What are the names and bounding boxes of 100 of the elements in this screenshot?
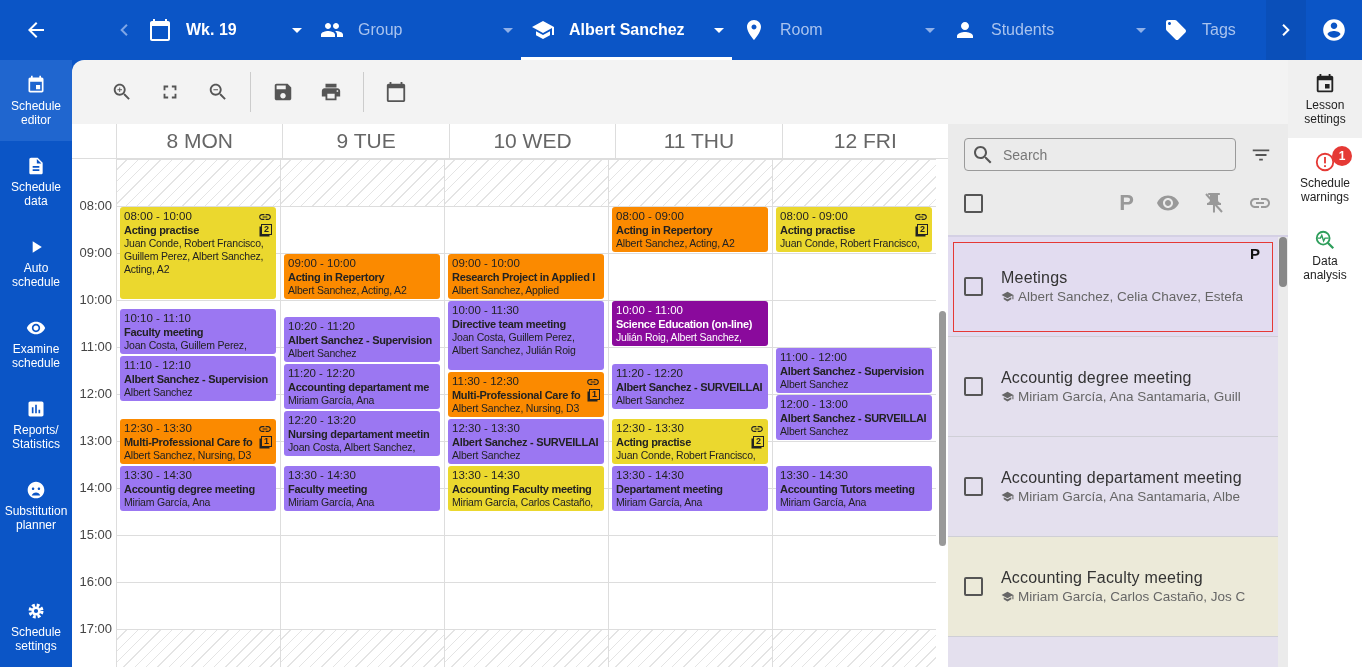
lesson-card[interactable]: 13:30 - 14:30 Faculty meeting Miriam García, Ana [284, 465, 440, 511]
filter-selector[interactable]: Wk. 19 [138, 0, 310, 60]
day-header: 11 THU [615, 124, 782, 158]
sidebar-item[interactable]: Examine schedule [0, 303, 72, 384]
lesson-card[interactable]: 11:20 - 12:20 Albert Sanchez - SURVEILLAI Albert Sanchez [612, 363, 768, 409]
warning-icon [1314, 150, 1336, 173]
checkbox[interactable] [964, 577, 983, 596]
sidebar-item[interactable]: Schedule editor [0, 60, 72, 141]
lesson-card[interactable]: 13:30 - 14:30 Accounting Faculty meeting Miriam García, Carlos Castaño, [448, 465, 604, 511]
lesson-card[interactable]: 12:00 - 13:00 Albert Sanchez - SURVEILLAI Albert Sanchez [776, 395, 932, 440]
copies-badge: 2 [917, 224, 928, 235]
printer-icon [320, 81, 342, 103]
lesson-time: 11:10 - 12:10 [124, 357, 192, 372]
lesson-card[interactable]: 12:30 - 13:30 Albert Sanchez - SURVEILLAI Albert Sanchez [448, 418, 604, 464]
lesson-card[interactable]: 10:00 - 11:30 Directive team meeting Joan Costa, Guillem Perez, Albert Sanchez, Julián Roig [448, 301, 604, 370]
lesson-title: Accountig degree meeting [124, 481, 255, 496]
sidebar-item[interactable]: Schedule settings [0, 586, 72, 667]
lesson-card[interactable]: 11:20 - 12:20 Accounting departament me Miriam García, Ana [284, 363, 440, 409]
lesson-card[interactable]: 13:30 - 14:30 Accounting Tutors meeting Miriam García, Ana [776, 465, 932, 511]
tag-icon [1164, 18, 1188, 42]
hour-label: 13:00 [79, 433, 112, 448]
lesson-participants: Albert Sanchez, Acting, A2 [616, 237, 735, 250]
lesson-card[interactable]: 13:30 - 14:30 Departament meeting Miriam García, Ana [612, 465, 768, 511]
day-header: 10 WED [448, 124, 616, 158]
lesson-teachers: Miriam García, Ana Santamaria, Guill [1018, 389, 1241, 404]
lesson-list-item[interactable]: Accounting Faculty meeting Miriam García, Carlos Castaño, Jos C [948, 537, 1278, 637]
lesson-title: Science Education (on-line) [616, 317, 753, 331]
lesson-card[interactable]: 08:00 - 10:00 Acting practise Juan Conde, Robert Francisco, Guillem Perez, Albert Sanchez, Acting, A2 2 [120, 207, 276, 299]
search-field[interactable]: Search [964, 138, 1236, 171]
lesson-card[interactable]: 09:00 - 10:00 Research Project in Applied I Albert Sanchez, Applied [448, 254, 604, 299]
lesson-participants: Juan Conde, Robert Francisco, [780, 237, 920, 250]
lesson-card[interactable]: 08:00 - 09:00 Acting practise Juan Conde, Robert Francisco, 2 [776, 207, 932, 252]
filter-selector[interactable]: Tags [1154, 0, 1266, 60]
lesson-participants: Albert Sanchez [780, 425, 849, 438]
lesson-title: Acting in Repertory [288, 270, 385, 284]
lesson-list-item[interactable]: Meetings Albert Sanchez, Celia Chavez, Estefa P [948, 237, 1278, 337]
lesson-time: 11:20 - 12:20 [288, 365, 356, 380]
lesson-time: 08:00 - 10:00 [124, 209, 193, 223]
lesson-title: Nursing departament meetin [288, 426, 430, 441]
scrollbar-thumb[interactable] [1279, 237, 1287, 287]
lesson-card[interactable]: 12:30 - 13:30 Acting practise Juan Conde, Robert Francisco, 2 [612, 418, 768, 464]
lesson-card[interactable]: 11:30 - 12:30 Multi-Professional Care fo Albert Sanchez, Nursing, D3 1 [448, 371, 604, 417]
lesson-card[interactable]: 12:20 - 13:20 Nursing departament meetin Joan Costa, Albert Sanchez, [284, 410, 440, 456]
sidebar-item[interactable]: Substitution planner [0, 465, 72, 546]
lesson-card[interactable]: 10:20 - 11:20 Albert Sanchez - Supervision Albert Sanchez [284, 316, 440, 362]
lesson-title: Multi-Professional Care fo [124, 434, 253, 449]
hour-label: 15:00 [79, 527, 112, 542]
hour-label: 12:00 [79, 386, 112, 401]
lesson-time: 13:30 - 14:30 [780, 467, 849, 482]
sidebar-item[interactable]: Data analysis [1288, 216, 1362, 294]
sidebar-item[interactable]: Auto schedule [0, 222, 72, 303]
pinned-column-label: P [1119, 190, 1134, 216]
lesson-card[interactable]: 11:00 - 12:00 Albert Sanchez - Supervision Albert Sanchez [776, 348, 932, 393]
chart-magnifier-icon [1314, 228, 1336, 251]
lesson-card[interactable]: 10:10 - 11:10 Faculty meeting Joan Costa, Guillem Perez, [120, 308, 276, 354]
lesson-participants: Albert Sanchez [616, 393, 685, 407]
hour-label: 10:00 [79, 292, 112, 307]
select-all-checkbox[interactable] [964, 193, 983, 213]
graduation-cap-icon [1001, 490, 1014, 503]
lesson-title: Faculty meeting [288, 481, 368, 496]
filter-selector[interactable]: Room [732, 0, 943, 60]
lesson-name: Meetings [1001, 269, 1069, 287]
calendar-icon [1314, 72, 1336, 95]
lesson-time: 12:30 - 13:30 [124, 420, 193, 435]
lesson-list-item[interactable]: Accountig degree meeting Miriam García, Ana Santamaria, Guill [948, 337, 1278, 437]
lesson-card[interactable]: 11:10 - 12:10 Albert Sanchez - Supervision Albert Sanchez [120, 355, 276, 401]
lesson-card[interactable]: 10:00 - 11:00 Science Education (on-line) Julián Roig, Albert Sanchez, [612, 301, 768, 346]
lesson-participants: Miriam García, Carlos Castaño, [452, 495, 594, 509]
checkbox[interactable] [964, 277, 983, 296]
filter-selector[interactable]: Group [310, 0, 521, 60]
sidebar-item[interactable]: Lesson settings [1288, 60, 1362, 138]
graduation-cap-icon [1001, 590, 1014, 603]
copies-badge: 1 [589, 388, 600, 400]
sidebar-item[interactable]: Reports/ Statistics [0, 384, 72, 465]
lesson-time: 11:30 - 12:30 [452, 373, 520, 388]
filter-selector[interactable]: Students [943, 0, 1154, 60]
lesson-title: Faculty meeting [124, 324, 204, 339]
lesson-participants: Miriam García, Ana [780, 495, 867, 509]
checkbox[interactable] [964, 377, 983, 396]
lesson-card[interactable]: 12:30 - 13:30 Multi-Professional Care fo Albert Sanchez, Nursing, D3 1 [120, 418, 276, 464]
sidebar-item[interactable]: Schedule data [0, 141, 72, 222]
lesson-title: Albert Sanchez - SURVEILLAI [616, 379, 763, 394]
lesson-time: 13:30 - 14:30 [616, 467, 685, 482]
lesson-list-item[interactable]: Accounting departament meeting Miriam García, Ana Santamaria, Albe [948, 437, 1278, 537]
lesson-time: 08:00 - 09:00 [780, 209, 849, 223]
lesson-card[interactable]: 09:00 - 10:00 Acting in Repertory Albert Sanchez, Acting, A2 [284, 254, 440, 299]
lesson-time: 10:00 - 11:30 [452, 303, 520, 317]
sidebar-item[interactable]: Schedule warnings 1 [1288, 138, 1362, 216]
scrollbar-thumb[interactable] [939, 311, 946, 546]
checkbox[interactable] [964, 477, 983, 496]
lesson-title: Acting in Repertory [616, 223, 713, 237]
lesson-participants: Joan Costa, Albert Sanchez, [288, 440, 416, 454]
lesson-participants: Albert Sanchez [780, 378, 849, 391]
lesson-card[interactable]: 08:00 - 09:00 Acting in Repertory Albert Sanchez, Acting, A2 [612, 207, 768, 252]
document-icon [26, 155, 46, 176]
lesson-card[interactable]: 13:30 - 14:30 Accountig degree meeting Miriam García, Ana [120, 465, 276, 511]
hour-label: 08:00 [79, 198, 112, 213]
day-header: 9 TUE [282, 124, 449, 158]
lesson-title: Accounting Faculty meeting [452, 481, 592, 496]
lesson-time: 12:30 - 13:30 [616, 420, 685, 435]
